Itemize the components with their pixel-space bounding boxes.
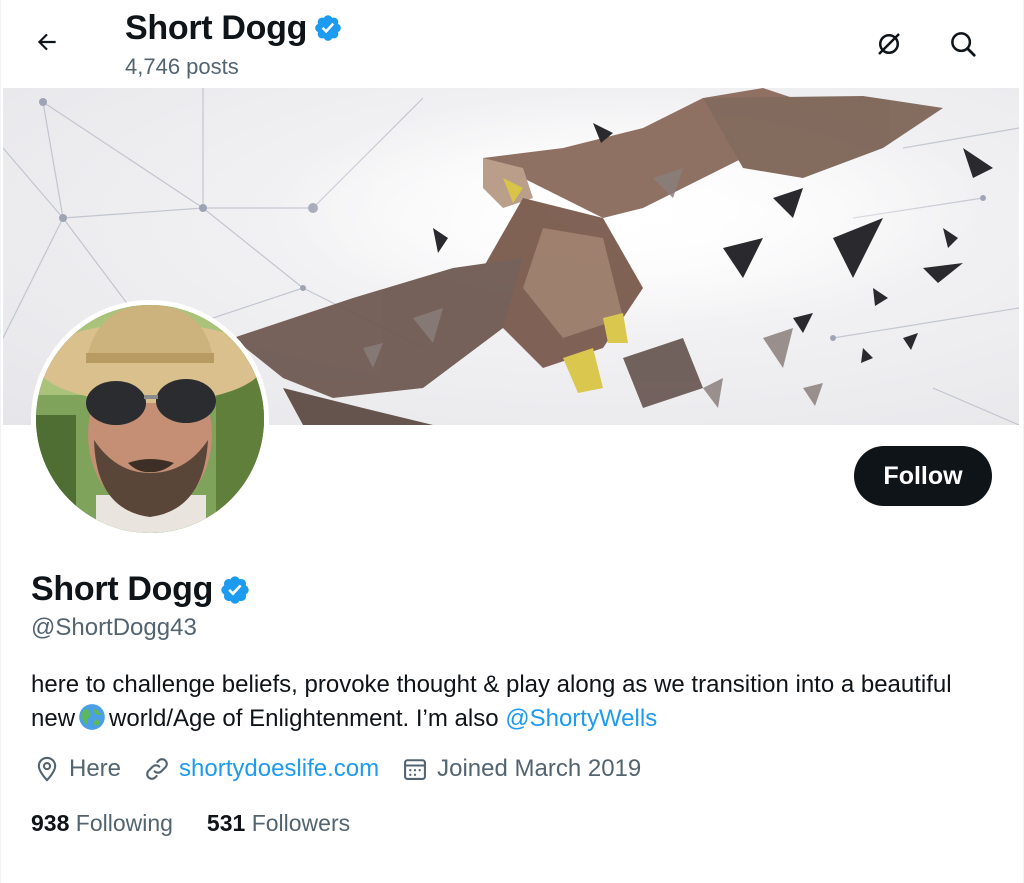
bio-mention-link[interactable]: @ShortyWells (505, 705, 657, 732)
slashed-circle-icon (878, 33, 900, 55)
following-label: Following (75, 810, 173, 836)
header-name: Short Dogg (125, 8, 308, 47)
profile-page: Short Dogg 4,746 posts Follow Short Dogg… (0, 0, 1024, 883)
joined-text: Joined March 2019 (437, 755, 642, 782)
location-item: Here (33, 755, 121, 783)
verified-badge-icon (315, 15, 341, 41)
followers-label: Followers (251, 810, 351, 836)
following-count: 938 (31, 810, 70, 836)
calendar-icon (404, 759, 427, 780)
verified-badge-icon[interactable] (219, 574, 251, 606)
header-title: Short Dogg (125, 8, 343, 48)
follow-button[interactable]: Follow (854, 446, 992, 506)
avatar[interactable] (31, 300, 269, 538)
following-link[interactable]: 938 Following (31, 810, 173, 837)
website-link[interactable]: shortydoeslife.com (179, 755, 379, 783)
profile-meta: Here shortydoeslife.com Joined March 201… (33, 755, 663, 783)
link-icon (146, 758, 168, 780)
grok-button[interactable] (867, 22, 911, 66)
search-button[interactable] (941, 22, 985, 66)
profile-name-row: Short Dogg (31, 570, 251, 609)
profile-header: Short Dogg 4,746 posts (1, 0, 1024, 88)
map-pin-icon (37, 756, 57, 782)
website-item[interactable]: shortydoeslife.com (143, 755, 379, 783)
posts-count: 4,746 posts (125, 54, 239, 79)
profile-display-name: Short Dogg (31, 570, 214, 608)
globe-emoji-icon (79, 704, 105, 730)
avatar-image (36, 305, 264, 533)
profile-stats: 938 Following 531 Followers (31, 810, 384, 837)
bio-text-2: world/Age of Enlightenment. I’m also (109, 705, 506, 732)
profile-bio: here to challenge beliefs, provoke thoug… (31, 668, 991, 736)
followers-link[interactable]: 531 Followers (207, 810, 350, 837)
search-icon (951, 32, 976, 57)
location-text: Here (69, 755, 122, 782)
header-actions (867, 22, 985, 66)
followers-count: 531 (206, 810, 246, 836)
joined-item: Joined March 2019 (401, 755, 641, 783)
arrow-left-icon (37, 33, 56, 51)
back-button[interactable] (23, 20, 71, 64)
profile-handle: @ShortDogg43 (31, 614, 197, 641)
